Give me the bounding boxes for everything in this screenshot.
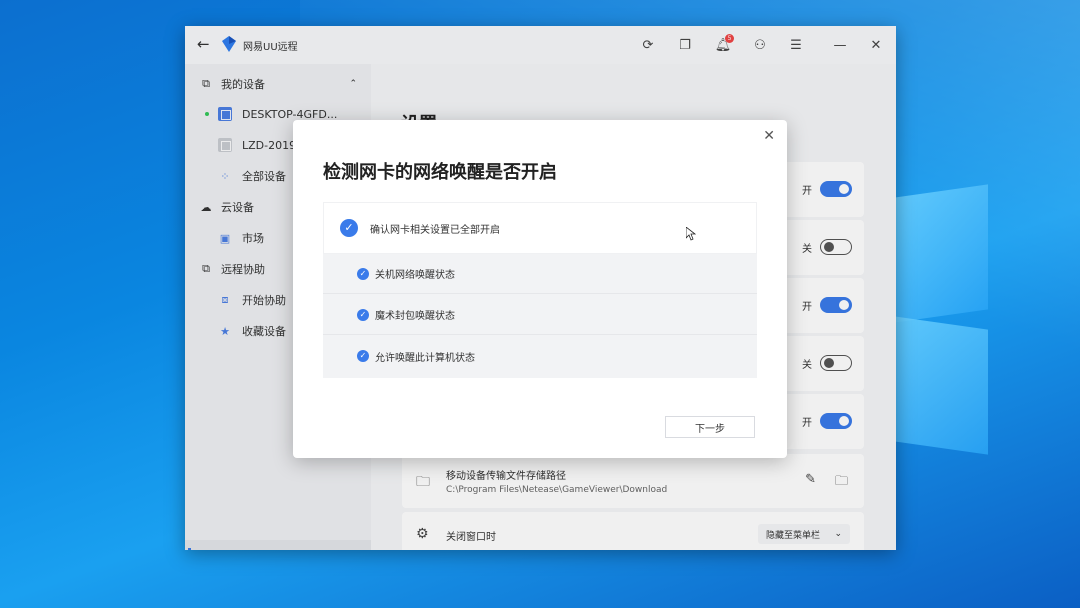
dialog-title: 检测网卡的网络唤醒是否开启	[323, 162, 557, 183]
check-circle-icon: ✓	[357, 350, 369, 362]
check-circle-icon: ✓	[357, 267, 369, 280]
next-step-button[interactable]: 下一步	[665, 416, 755, 438]
list-item: ✓ 允许唤醒此计算机状态	[323, 336, 757, 376]
check-circle-icon: ✓	[340, 219, 358, 237]
wake-on-lan-check-dialog: ✕ 检测网卡的网络唤醒是否开启 ✓ 确认网卡相关设置已全部开启 ✓ 关机网络唤醒…	[293, 120, 787, 458]
check-circle-icon: ✓	[357, 308, 369, 321]
windows-logo-icon	[880, 170, 1010, 470]
list-item: ✓ 魔术封包唤醒状态	[323, 295, 757, 335]
list-item: ✓ 关机网络唤醒状态	[323, 254, 757, 294]
close-dialog-icon[interactable]: ✕	[763, 128, 775, 144]
sub-check-list: ✓ 关机网络唤醒状态 ✓ 魔术封包唤醒状态 ✓ 允许唤醒此计算机状态	[323, 254, 757, 378]
mouse-cursor-icon	[686, 227, 696, 241]
